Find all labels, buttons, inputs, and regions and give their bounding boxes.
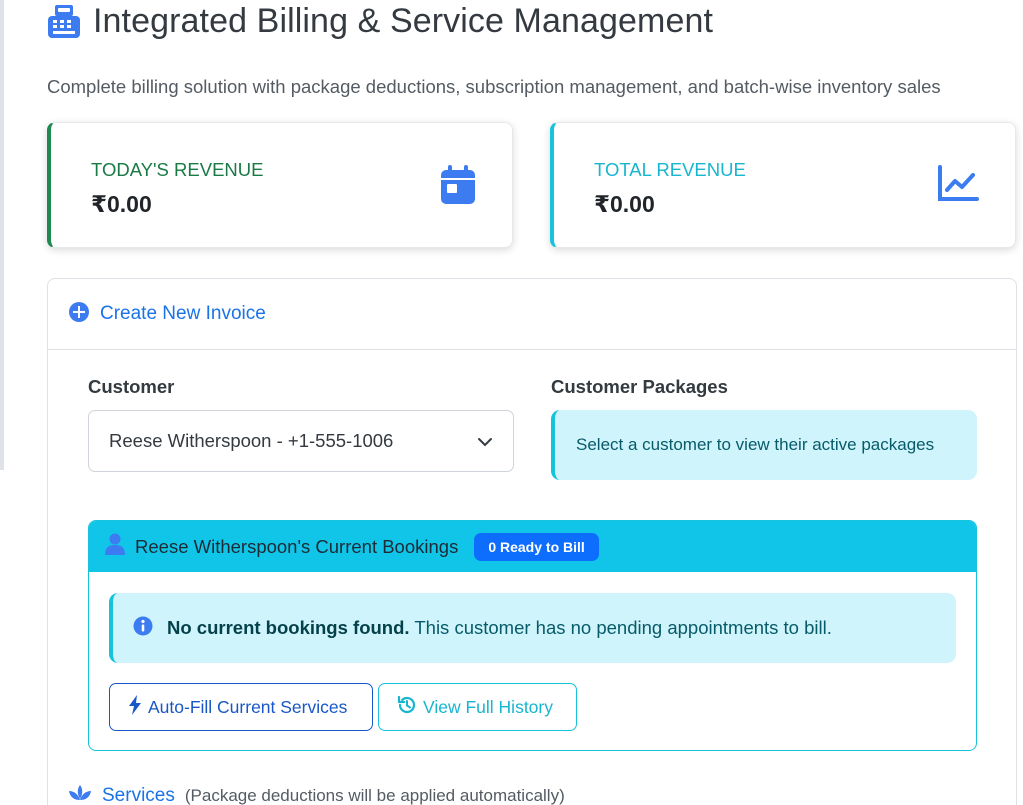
current-bookings-header: Reese Witherspoon's Current Bookings 0 R…: [89, 521, 976, 572]
customer-packages-label: Customer Packages: [551, 376, 728, 397]
chart-line-icon: [937, 165, 979, 208]
auto-fill-label: Auto-Fill Current Services: [148, 696, 348, 717]
info-circle-icon: [133, 616, 153, 641]
history-icon: [397, 695, 417, 720]
chevron-down-icon: [477, 430, 493, 452]
services-section-title: Services (Package deductions will be app…: [68, 783, 565, 805]
current-bookings-title: Reese Witherspoon's Current Bookings: [135, 535, 459, 557]
plus-circle-icon: [68, 301, 90, 328]
customer-label: Customer: [88, 376, 175, 397]
customer-select-value: Reese Witherspoon - +1-555-1006: [109, 430, 394, 451]
bolt-icon: [128, 694, 142, 720]
no-bookings-alert: No current bookings found. This customer…: [109, 593, 956, 663]
customer-packages-info: Select a customer to view their active p…: [551, 410, 977, 480]
services-title: Services: [102, 784, 175, 805]
ready-to-bill-badge: 0 Ready to Bill: [474, 532, 599, 561]
view-history-label: View Full History: [423, 696, 553, 717]
left-edge-divider: [0, 0, 4, 470]
calendar-icon: [440, 165, 476, 210]
total-revenue-value: ₹0.00: [594, 191, 655, 217]
total-revenue-card: TOTAL REVENUE ₹0.00: [550, 122, 1016, 248]
services-note: (Package deductions will be applied auto…: [184, 785, 565, 805]
total-revenue-label: TOTAL REVENUE: [594, 159, 746, 180]
todays-revenue-label: TODAY'S REVENUE: [91, 159, 264, 180]
user-icon: [105, 533, 125, 560]
auto-fill-button[interactable]: Auto-Fill Current Services: [109, 683, 373, 731]
create-invoice-header: Create New Invoice: [48, 279, 1016, 350]
cash-register-icon: [47, 3, 83, 41]
page-title-text: Integrated Billing & Service Management: [93, 2, 714, 40]
todays-revenue-card: TODAY'S REVENUE ₹0.00: [47, 122, 513, 248]
view-history-button[interactable]: View Full History: [378, 683, 577, 731]
no-bookings-message: No current bookings found. This customer…: [167, 617, 832, 639]
customer-select[interactable]: Reese Witherspoon - +1-555-1006: [88, 410, 514, 472]
create-invoice-title: Create New Invoice: [100, 303, 266, 324]
page-subtitle: Complete billing solution with package d…: [47, 76, 941, 97]
current-bookings-card: Reese Witherspoon's Current Bookings 0 R…: [88, 520, 977, 751]
no-bookings-text: This customer has no pending appointment…: [414, 617, 832, 638]
no-bookings-strong: No current bookings found.: [167, 617, 410, 638]
todays-revenue-value: ₹0.00: [91, 191, 152, 217]
create-invoice-panel: Create New Invoice Customer Reese Wither…: [47, 278, 1017, 805]
page-title: Integrated Billing & Service Management: [47, 2, 713, 41]
spa-icon: [68, 783, 92, 805]
